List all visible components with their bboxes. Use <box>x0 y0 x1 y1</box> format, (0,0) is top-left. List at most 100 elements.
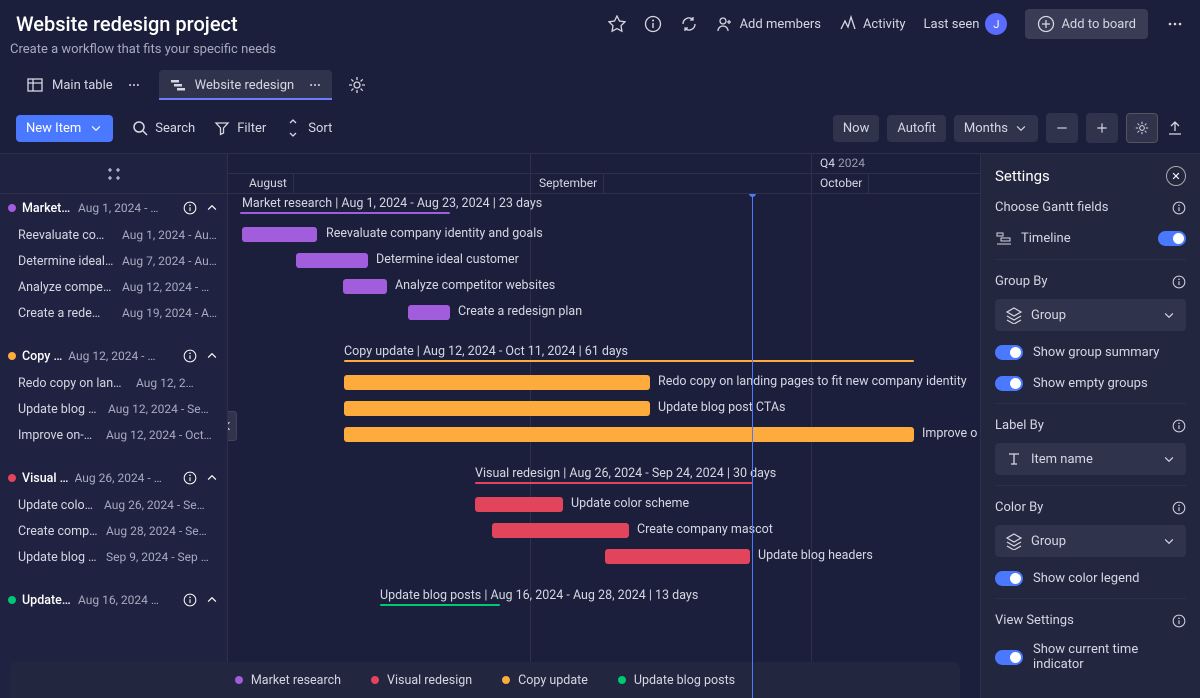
refresh-button[interactable] <box>680 15 698 33</box>
layers-icon <box>1005 306 1023 324</box>
chevron-down-icon <box>1014 121 1028 135</box>
export-button[interactable] <box>1166 119 1184 137</box>
add-members-button[interactable]: Add members <box>716 15 821 33</box>
group-by-select[interactable]: Group <box>995 299 1186 331</box>
month-label: August <box>243 174 294 194</box>
search-button[interactable]: Search <box>131 119 195 137</box>
favorite-button[interactable] <box>608 15 626 33</box>
collapse-sidebar-handle[interactable] <box>228 411 237 441</box>
table-icon <box>26 76 44 94</box>
plus-circle-icon <box>1037 15 1055 33</box>
task-list-sidebar: Market … Aug 1, 2024 - … Reevaluate comp… <box>0 154 228 698</box>
gantt-bar[interactable] <box>296 253 368 268</box>
more-menu-button[interactable] <box>1166 15 1184 33</box>
task-row[interactable]: Create a rede…Aug 19, 2024 - Au… <box>0 300 227 326</box>
task-row[interactable]: Update color …Aug 26, 2024 - Se… <box>0 492 227 518</box>
star-icon <box>608 15 626 33</box>
show-current-time-toggle[interactable] <box>995 650 1023 665</box>
task-row[interactable]: Reevaluate compan…Aug 1, 2024 - Au… <box>0 222 227 248</box>
chevron-down-icon <box>1162 308 1176 322</box>
info-icon[interactable] <box>183 593 197 607</box>
group-header[interactable]: Copy … Aug 12, 2024 - … <box>0 342 227 370</box>
activity-button[interactable]: Activity <box>839 15 906 33</box>
color-by-select[interactable]: Group <box>995 525 1186 557</box>
info-icon[interactable] <box>183 349 197 363</box>
show-color-legend-toggle[interactable] <box>995 571 1023 586</box>
timeline-toggle[interactable] <box>1158 231 1186 246</box>
minus-icon <box>1055 121 1069 135</box>
export-icon <box>1166 119 1184 137</box>
dots-icon[interactable] <box>308 78 322 92</box>
search-icon <box>131 119 149 137</box>
group-summary: Visual redesign | Aug 26, 2024 - Sep 24,… <box>475 466 776 481</box>
tab-website-redesign[interactable]: Website redesign <box>159 70 333 100</box>
close-settings-button[interactable]: ✕ <box>1166 166 1186 186</box>
task-row[interactable]: Determine ideal…Aug 7, 2024 - Au… <box>0 248 227 274</box>
gantt-bar[interactable] <box>344 401 650 416</box>
info-icon[interactable] <box>1172 501 1186 515</box>
info-icon[interactable] <box>1172 419 1186 433</box>
view-settings-button[interactable] <box>348 76 366 94</box>
chevron-up-icon[interactable] <box>205 471 219 485</box>
gantt-bar[interactable] <box>492 523 629 538</box>
gantt-bar[interactable] <box>605 549 750 564</box>
gantt-bar[interactable] <box>242 227 317 242</box>
info-icon[interactable] <box>1172 201 1186 215</box>
autofit-button[interactable]: Autofit <box>887 115 946 142</box>
chevron-left-icon <box>228 419 235 433</box>
label-by-select[interactable]: Item name <box>995 443 1186 475</box>
info-icon[interactable] <box>183 201 197 215</box>
settings-panel: Settings ✕ Choose Gantt fields Timeline … <box>980 154 1200 698</box>
now-button[interactable]: Now <box>833 115 879 142</box>
gantt-icon <box>169 76 187 94</box>
group-header[interactable]: Update … Aug 16, 2024 … <box>0 586 227 614</box>
gantt-bar[interactable] <box>344 427 914 442</box>
group-color-dot <box>8 474 16 482</box>
chevron-down-icon <box>1162 452 1176 466</box>
board-subtitle: Create a workflow that fits your specifi… <box>0 38 1200 67</box>
last-seen[interactable]: Last seenJ <box>924 13 1008 35</box>
zoom-out-button[interactable] <box>1046 113 1078 143</box>
chevron-up-icon[interactable] <box>205 593 219 607</box>
zoom-in-button[interactable] <box>1086 113 1118 143</box>
show-empty-groups-toggle[interactable] <box>995 376 1023 391</box>
gantt-chart[interactable]: Q4 2024 August September October Market … <box>228 154 980 698</box>
tab-main-table[interactable]: Main table <box>16 70 151 100</box>
filter-button[interactable]: Filter <box>213 119 266 137</box>
group-header[interactable]: Visual … Aug 26, 2024 - … <box>0 464 227 492</box>
add-to-board-button[interactable]: Add to board <box>1025 9 1148 39</box>
task-row[interactable]: Update blog h…Sep 9, 2024 - Sep … <box>0 544 227 570</box>
add-person-icon <box>716 15 734 33</box>
gantt-bar[interactable] <box>408 305 450 320</box>
gantt-bar[interactable] <box>344 375 650 390</box>
group-summary: Update blog posts | Aug 16, 2024 - Aug 2… <box>380 588 698 603</box>
group-header[interactable]: Market … Aug 1, 2024 - … <box>0 194 227 222</box>
task-row[interactable]: Update blog p…Aug 12, 2024 - Se… <box>0 396 227 422</box>
text-icon <box>1005 450 1023 468</box>
info-icon[interactable] <box>1172 614 1186 628</box>
task-row[interactable]: Redo copy on landing…Aug 12, 2… <box>0 370 227 396</box>
gantt-bar[interactable] <box>475 497 563 512</box>
group-color-dot <box>8 204 16 212</box>
task-row[interactable]: Improve on-p…Aug 12, 2024 - Oct… <box>0 422 227 448</box>
activity-icon <box>839 15 857 33</box>
task-row[interactable]: Create compa…Aug 28, 2024 - Se… <box>0 518 227 544</box>
sort-button[interactable]: Sort <box>284 119 332 137</box>
timescale-select[interactable]: Months <box>954 115 1038 142</box>
task-row[interactable]: Analyze competi…Aug 12, 2024 - … <box>0 274 227 300</box>
settings-title: Settings <box>995 167 1050 185</box>
sort-icon <box>284 119 302 137</box>
chevron-up-icon[interactable] <box>205 349 219 363</box>
info-icon[interactable] <box>183 471 197 485</box>
info-icon <box>644 15 662 33</box>
group-summary: Copy update | Aug 12, 2024 - Oct 11, 202… <box>344 344 628 359</box>
expand-icon[interactable] <box>105 165 123 183</box>
gantt-bar[interactable] <box>343 279 387 294</box>
info-icon[interactable] <box>1172 275 1186 289</box>
show-group-summary-toggle[interactable] <box>995 345 1023 360</box>
new-item-button[interactable]: New Item <box>16 115 113 142</box>
chevron-up-icon[interactable] <box>205 201 219 215</box>
dots-icon[interactable] <box>127 78 141 92</box>
settings-button[interactable] <box>1126 113 1158 143</box>
info-button[interactable] <box>644 15 662 33</box>
